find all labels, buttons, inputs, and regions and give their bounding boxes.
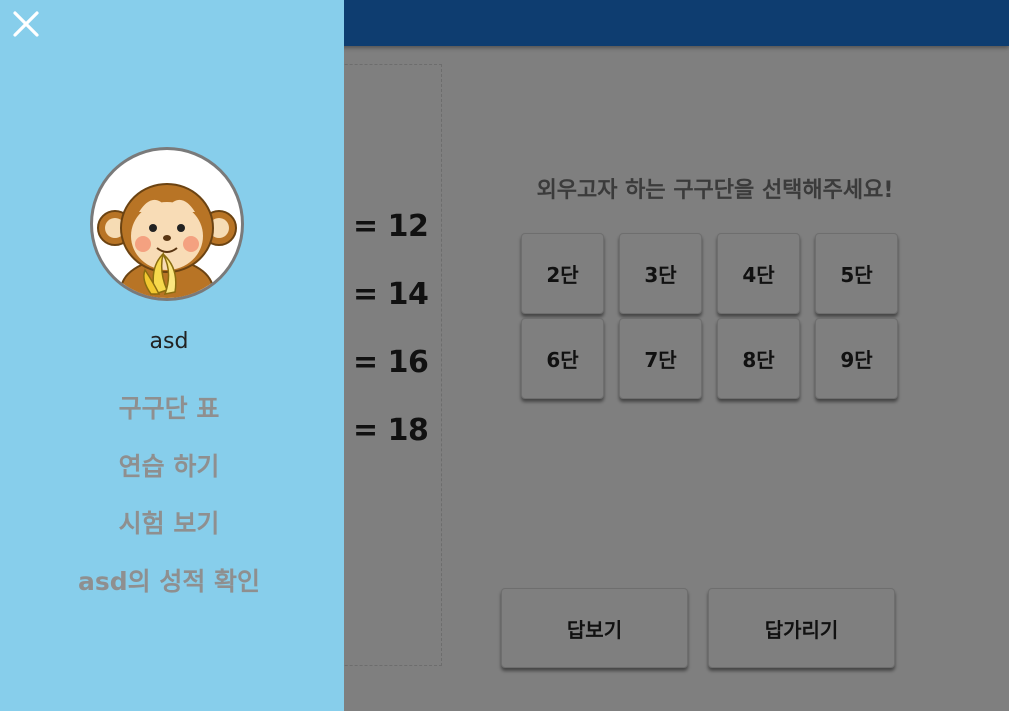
select-dan-prompt: 외우고자 하는 구구단을 선택해주세요! <box>536 178 894 203</box>
menu-item-score-check[interactable]: asd의 성적 확인 <box>0 561 338 619</box>
dan-3-button[interactable]: 3단 <box>619 233 702 314</box>
times-table-row: = 12 <box>353 209 429 244</box>
dan-7-button[interactable]: 7단 <box>619 318 702 399</box>
show-answer-button[interactable]: 답보기 <box>501 588 688 668</box>
hide-answer-button[interactable]: 답가리기 <box>708 588 895 668</box>
dan-9-button[interactable]: 9단 <box>815 318 898 399</box>
times-table-row: = 16 <box>353 345 429 380</box>
menu-item-practice[interactable]: 연습 하기 <box>0 446 338 504</box>
menu-item-times-table[interactable]: 구구단 표 <box>0 388 338 446</box>
dan-6-button[interactable]: 6단 <box>521 318 604 399</box>
menu-item-exam[interactable]: 시험 보기 <box>0 503 338 561</box>
drawer-menu: 구구단 표 연습 하기 시험 보기 asd의 성적 확인 <box>0 388 338 618</box>
username-label: asd <box>149 329 189 354</box>
close-icon[interactable] <box>10 8 42 40</box>
dan-4-button[interactable]: 4단 <box>717 233 800 314</box>
dan-8-button[interactable]: 8단 <box>717 318 800 399</box>
dan-2-button[interactable]: 2단 <box>521 233 604 314</box>
dan-5-button[interactable]: 5단 <box>815 233 898 314</box>
monkey-avatar-icon <box>90 147 244 301</box>
times-table-row: = 18 <box>353 413 429 448</box>
side-drawer: asd 구구단 표 연습 하기 시험 보기 asd의 성적 확인 <box>0 0 344 711</box>
times-table-row: = 14 <box>353 277 429 312</box>
